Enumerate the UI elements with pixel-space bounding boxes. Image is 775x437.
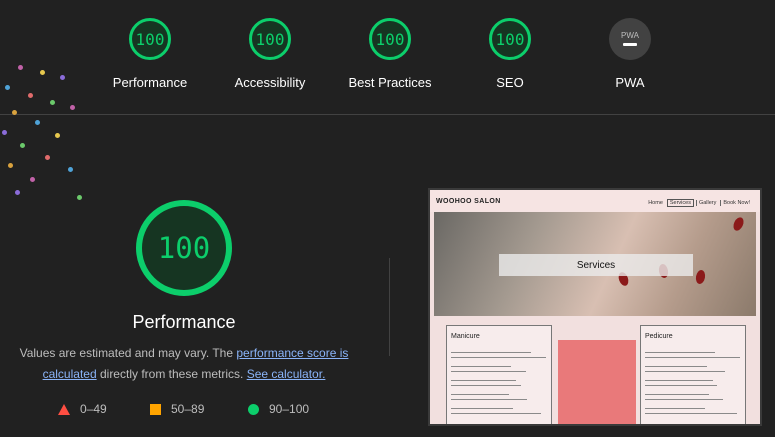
confetti-dot [20, 143, 25, 148]
card-text-line [451, 380, 516, 381]
gauge-label: PWA [615, 75, 645, 90]
score-ring: 100 [369, 18, 411, 60]
score-value: 100 [255, 29, 285, 49]
confetti-dot [12, 110, 17, 115]
score-ring: 100 [129, 18, 171, 60]
legend-fail: 0–49 [58, 402, 107, 416]
card-text-line [451, 366, 511, 367]
card-text-line [451, 399, 527, 400]
confetti-dot [45, 155, 50, 160]
card-text-line [645, 413, 737, 414]
nail-shape [731, 215, 746, 233]
thumb-nav-gallery: Gallery [695, 200, 719, 206]
thumb-manicure-card: Manicure [446, 325, 552, 424]
score-ring: 100 [249, 18, 291, 60]
confetti-dot [55, 133, 60, 138]
card-text-line [451, 413, 541, 414]
score-ring: 100 [489, 18, 531, 60]
card-text-line [451, 357, 546, 358]
card-text-line [451, 385, 521, 386]
thumb-card-title: Pedicure [645, 333, 673, 340]
pwa-badge-text: PWA [621, 30, 639, 40]
confetti-dot [5, 85, 10, 90]
main-score-value: 100 [157, 231, 211, 265]
confetti-dot [15, 190, 20, 195]
thumb-nav-links: Home Services Gallery Book Now! [644, 199, 752, 207]
vertical-divider [389, 258, 390, 356]
gauge-label: Accessibility [234, 75, 306, 90]
card-text-line [451, 408, 513, 409]
confetti-dot [40, 70, 45, 75]
thumb-logo: WOOHOO SALON [436, 198, 501, 205]
thumb-navbar: WOOHOO SALON Home Services Gallery Book Now… [430, 190, 760, 212]
card-text-line [645, 366, 707, 367]
score-value: 100 [135, 29, 165, 49]
gauge-accessibility[interactable]: 100 Accessibility [215, 18, 325, 90]
header-divider [0, 114, 775, 115]
triangle-icon [58, 403, 70, 415]
thumb-pedicure-card: Pedicure [640, 325, 746, 424]
performance-description: Values are estimated and may vary. The p… [12, 343, 356, 385]
dash-icon [623, 42, 637, 46]
thumb-pink-image [558, 340, 636, 424]
confetti-dot [60, 75, 65, 80]
legend-average: 50–89 [150, 402, 204, 416]
thumb-nav-services: Services [666, 199, 694, 207]
confetti-dot [30, 177, 35, 182]
confetti-dot [35, 120, 40, 125]
confetti-dot [70, 105, 75, 110]
category-gauges: 100 Performance 100 Accessibility 100 Be… [0, 0, 775, 114]
confetti-dot [77, 195, 82, 200]
nail-shape [694, 269, 707, 285]
main-category-title: Performance [132, 312, 236, 332]
calculator-link[interactable]: See calculator. [247, 367, 326, 381]
circle-icon [248, 403, 259, 415]
card-text-line [645, 357, 740, 358]
card-text-line [645, 399, 723, 400]
card-text-line [451, 352, 531, 353]
thumb-nav-book: Book Now! [720, 200, 752, 206]
desc-text: Values are estimated and may vary. The [19, 346, 237, 360]
card-text-line [645, 408, 705, 409]
gauge-label: Performance [112, 75, 188, 90]
card-text-line [645, 385, 717, 386]
gauge-label: SEO [496, 75, 524, 90]
gauge-seo[interactable]: 100 SEO [455, 18, 565, 90]
square-icon [150, 403, 161, 415]
thumb-card-title: Manicure [451, 333, 480, 340]
desc-text: directly from these metrics. [96, 367, 247, 381]
legend-range: 0–49 [80, 402, 107, 416]
gauge-label: Best Practices [348, 75, 432, 90]
confetti-dot [68, 167, 73, 172]
confetti-dot [50, 100, 55, 105]
thumb-hero-image: Services [434, 212, 756, 316]
score-value: 100 [375, 29, 405, 49]
card-text-line [645, 380, 713, 381]
confetti-dot [28, 93, 33, 98]
thumb-services-banner: Services [499, 254, 693, 276]
card-text-line [645, 352, 715, 353]
gauge-pwa[interactable]: PWA PWA [575, 18, 685, 90]
score-legend: 0–49 50–89 90–100 [58, 402, 358, 418]
card-text-line [451, 371, 526, 372]
card-text-line [451, 394, 509, 395]
gauge-best-practices[interactable]: 100 Best Practices [335, 18, 445, 90]
confetti-dot [2, 130, 7, 135]
page-screenshot-thumbnail[interactable]: WOOHOO SALON Home Services Gallery Book Now… [428, 188, 762, 426]
legend-range: 50–89 [171, 402, 205, 416]
legend-pass: 90–100 [248, 402, 309, 416]
confetti-decoration [0, 55, 90, 205]
legend-range: 90–100 [269, 402, 310, 416]
card-text-line [645, 371, 725, 372]
thumb-banner-text: Services [576, 259, 616, 271]
thumb-nav-home: Home [648, 200, 663, 206]
pwa-badge-icon: PWA [609, 18, 651, 60]
performance-score-gauge: 100 [136, 200, 232, 296]
card-text-line [645, 394, 709, 395]
confetti-dot [8, 163, 13, 168]
score-value: 100 [495, 29, 525, 49]
confetti-dot [18, 65, 23, 70]
gauge-performance[interactable]: 100 Performance [95, 18, 205, 90]
